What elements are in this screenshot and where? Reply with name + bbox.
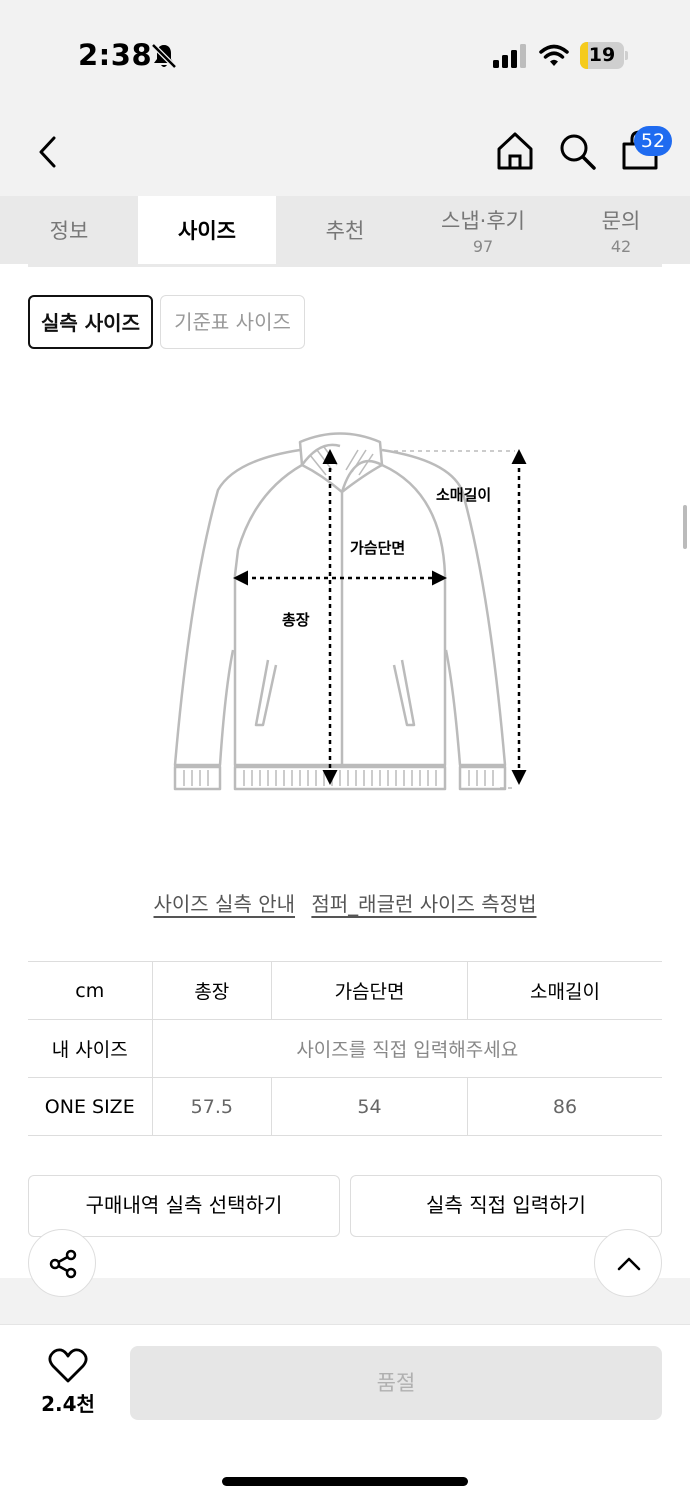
size-diagram: 소매길이 가슴단면 총장 xyxy=(173,432,527,791)
my-size-input-prompt[interactable]: 사이즈를 직접 입력해주세요 xyxy=(151,1019,662,1078)
table-header-cell: cm xyxy=(28,961,152,1020)
home-icon[interactable] xyxy=(494,130,536,172)
tab-count: 42 xyxy=(610,236,632,256)
status-time: 2:38 xyxy=(78,38,153,72)
table-header-cell: 가슴단면 xyxy=(271,961,468,1020)
back-chevron-icon[interactable] xyxy=(28,130,72,174)
tab-size[interactable]: 사이즈 xyxy=(138,196,276,264)
bell-slash-icon xyxy=(151,43,177,69)
tab-label: 정보 xyxy=(49,219,89,243)
nav-bar xyxy=(0,110,690,196)
divider xyxy=(28,264,662,267)
input-directly-button[interactable]: 실측 직접 입력하기 xyxy=(350,1175,662,1237)
scrollbar[interactable] xyxy=(683,505,687,549)
table-header-cell: 소매길이 xyxy=(466,961,662,1020)
section-spacer xyxy=(0,1278,690,1324)
share-icon xyxy=(49,1249,77,1279)
tab-label: 추천 xyxy=(325,219,365,243)
sold-out-button[interactable]: 품절 xyxy=(130,1346,662,1420)
my-size-label: 내 사이즈 xyxy=(28,1019,152,1078)
cart-count-badge: 52 xyxy=(634,126,672,156)
table-header-cell: 총장 xyxy=(151,961,272,1020)
chest-width-label: 가슴단면 xyxy=(350,539,405,557)
chest-cell: 54 xyxy=(271,1077,468,1136)
tab-label: 스냅·후기 xyxy=(441,208,525,233)
select-from-history-button[interactable]: 구매내역 실측 선택하기 xyxy=(28,1175,340,1237)
wifi-icon xyxy=(539,44,569,66)
size-table: cm 총장 가슴단면 소매길이 내 사이즈 사이즈를 직접 입력해주세요 ONE… xyxy=(28,961,662,1136)
battery-level: 19 xyxy=(588,44,616,66)
tab-recommend[interactable]: 추천 xyxy=(276,196,414,264)
tab-snap-review[interactable]: 스냅·후기 97 xyxy=(414,196,552,264)
sleeve-length-label: 소매길이 xyxy=(436,486,491,504)
my-size-row[interactable]: 내 사이즈 사이즈를 직접 입력해주세요 xyxy=(28,1019,662,1078)
tab-label: 사이즈 xyxy=(178,219,236,243)
tab-inquiry[interactable]: 문의 42 xyxy=(552,196,690,264)
tab-count: 97 xyxy=(472,236,494,256)
chevron-up-icon xyxy=(617,1257,641,1271)
actual-size-button[interactable]: 실측 사이즈 xyxy=(28,295,153,349)
sleeve-cell: 86 xyxy=(466,1077,662,1136)
signal-icon xyxy=(493,44,526,68)
tab-info[interactable]: 정보 xyxy=(0,196,138,264)
status-bar: 2:38 19 xyxy=(0,0,690,110)
like-count: 2.4천 xyxy=(41,1392,95,1416)
standard-size-button[interactable]: 기준표 사이즈 xyxy=(160,295,305,349)
size-name-cell: ONE SIZE xyxy=(28,1077,152,1136)
heart-icon[interactable] xyxy=(48,1348,88,1384)
home-indicator xyxy=(222,1477,468,1486)
guide-links: 사이즈 실측 안내 점퍼_래글런 사이즈 측정법 xyxy=(0,888,690,917)
battery-indicator: 19 xyxy=(580,42,628,69)
length-cell: 57.5 xyxy=(151,1077,272,1136)
measure-method-link[interactable]: 점퍼_래글런 사이즈 측정법 xyxy=(311,892,536,916)
table-header-row: cm 총장 가슴단면 소매길이 xyxy=(28,961,662,1020)
search-icon[interactable] xyxy=(556,130,598,172)
total-length-label: 총장 xyxy=(282,611,310,629)
size-guide-link[interactable]: 사이즈 실측 안내 xyxy=(154,892,296,916)
tab-bar: 정보 사이즈 추천 스냅·후기 97 문의 42 xyxy=(0,196,690,264)
tab-label: 문의 xyxy=(601,208,641,233)
table-row: ONE SIZE 57.5 54 86 xyxy=(28,1077,662,1136)
scroll-to-top-button[interactable] xyxy=(594,1229,662,1297)
share-button[interactable] xyxy=(28,1229,96,1297)
